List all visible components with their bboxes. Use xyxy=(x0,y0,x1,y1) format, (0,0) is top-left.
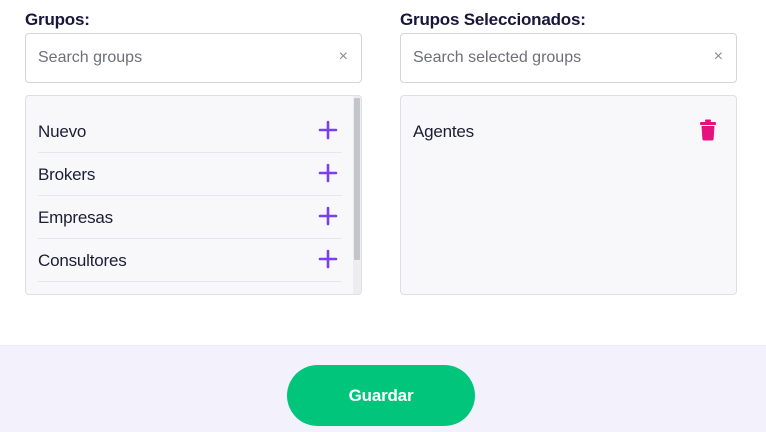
selected-group-label: Agentes xyxy=(413,122,474,141)
selected-groups-search-input[interactable] xyxy=(413,34,693,82)
list-item: Nuevo xyxy=(38,110,342,153)
plus-icon[interactable] xyxy=(318,120,338,140)
group-label: Consultores xyxy=(38,251,127,270)
groups-search-input[interactable] xyxy=(38,34,318,82)
groups-search-field: × xyxy=(25,33,362,83)
clear-search-icon[interactable]: × xyxy=(339,47,348,67)
list-item: Consultores xyxy=(38,239,342,282)
plus-icon[interactable] xyxy=(318,206,338,226)
scrollbar-thumb[interactable] xyxy=(354,98,360,260)
group-label: Empresas xyxy=(38,208,113,227)
group-label: Nuevo xyxy=(38,122,87,141)
available-groups-list: Nuevo Brokers Empresas Consultores xyxy=(25,95,362,295)
selected-groups-column-title: Grupos Seleccionados: xyxy=(400,10,586,29)
footer-bar: Guardar xyxy=(0,345,766,432)
selected-groups-list: Agentes xyxy=(400,95,737,295)
groups-column-title: Grupos: xyxy=(25,10,90,29)
plus-icon[interactable] xyxy=(318,163,338,183)
group-label: Brokers xyxy=(38,165,96,184)
clear-search-icon[interactable]: × xyxy=(714,47,723,67)
list-item: Agentes xyxy=(413,119,723,152)
scrollbar-track[interactable] xyxy=(353,96,361,294)
trash-icon[interactable] xyxy=(699,119,717,141)
selected-groups-search-field: × xyxy=(400,33,737,83)
list-item: Empresas xyxy=(38,196,342,239)
list-item: Brokers xyxy=(38,153,342,196)
save-button[interactable]: Guardar xyxy=(287,365,475,426)
plus-icon[interactable] xyxy=(318,249,338,269)
